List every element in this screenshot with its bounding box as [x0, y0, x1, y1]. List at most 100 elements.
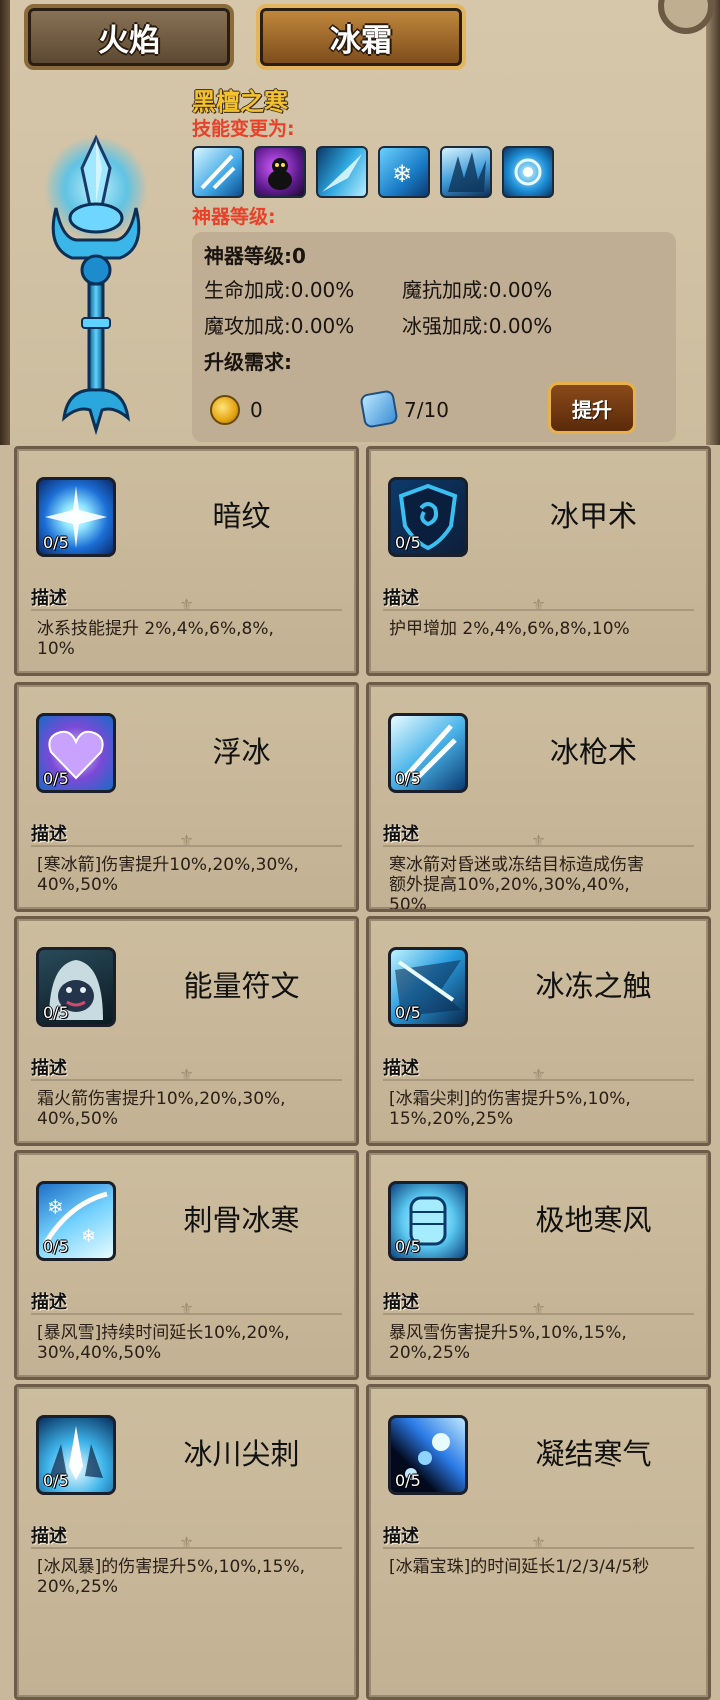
skill-name: 冰川尖刺 [183, 1437, 300, 1471]
magic-resist-bonus: 魔抗加成:0.00% [402, 278, 553, 302]
skill-card[interactable]: 0/5 极地寒风 描述 ⚜ 暴风雪伤害提升5%,10%,15%, 20%,25% [366, 1150, 711, 1380]
description-title: 描述 [383, 588, 419, 609]
panel-right-border [706, 0, 720, 445]
tab-frost[interactable]: 冰霜 [256, 4, 466, 70]
ice-shield-icon[interactable]: 0/5 [388, 477, 468, 557]
svg-text:❄: ❄ [392, 160, 412, 188]
skill-name: 刺骨冰寒 [183, 1203, 300, 1237]
shadow-cat-icon[interactable] [254, 146, 306, 198]
artifact-level-value: 神器等级:0 [204, 244, 306, 268]
skill-level: 0/5 [395, 1471, 421, 1490]
artifact-panel: 火焰 冰霜 黑檀之寒 技能变更为: ❄ 神器等级: 神器等级:0 生命加成:0.… [0, 0, 720, 445]
artifact-level-label: 神器等级: [192, 206, 276, 228]
skill-level: 0/5 [43, 1003, 69, 1022]
skill-card[interactable]: 0/5 凝结寒气 描述 ⚜ [冰霜宝珠]的时间延长1/2/3/4/5秒 [366, 1384, 711, 1700]
skill-name: 凝结寒气 [535, 1437, 652, 1471]
skill-description: [冰风暴]的伤害提升5%,10%,15%, 20%,25% [37, 1557, 306, 1597]
upgrade-requirement-label: 升级需求: [204, 350, 292, 374]
ice-burst-icon[interactable]: 0/5 [36, 477, 116, 557]
fleur-ornament-icon: ⚜ [531, 1533, 546, 1552]
skill-card[interactable]: 0/5 浮冰 描述 ⚜ [寒冰箭]伤害提升10%,20%,30%, 40%,50… [14, 682, 359, 912]
skill-card[interactable]: 0/5 冰枪术 描述 ⚜ 寒冰箭对昏迷或冻结目标造成伤害 额外提高10%,20%… [366, 682, 711, 912]
changed-skill-icons: ❄ [192, 146, 554, 198]
fleur-ornament-icon: ⚜ [179, 1533, 194, 1552]
upgrade-button[interactable]: 提升 [548, 382, 636, 434]
skill-level: 0/5 [395, 1003, 421, 1022]
skill-level: 0/5 [43, 1471, 69, 1490]
ice-shard-icon[interactable] [440, 146, 492, 198]
description-title: 描述 [383, 1058, 419, 1079]
magic-attack-bonus: 魔攻加成:0.00% [204, 314, 355, 338]
skill-description: 寒冰箭对昏迷或冻结目标造成伤害 额外提高10%,20%,30%,40%, 50% [389, 855, 644, 912]
skill-card[interactable]: 0/5 暗纹 描述 ⚜ 冰系技能提升 2%,4%,6%,8%, 10% [14, 446, 359, 676]
skill-name: 能量符文 [183, 969, 300, 1003]
frost-orb-trail-icon[interactable]: 0/5 [388, 1415, 468, 1495]
skill-description: [暴风雪]持续时间延长10%,20%, 30%,40%,50% [37, 1323, 290, 1363]
gem-cost: 7/10 [404, 398, 449, 422]
skill-level: 0/5 [43, 533, 69, 552]
artifact-name: 黑檀之寒 [192, 88, 288, 116]
frozen-heart-icon[interactable]: 0/5 [36, 713, 116, 793]
fleur-ornament-icon: ⚜ [531, 1299, 546, 1318]
skill-level: 0/5 [395, 1237, 421, 1256]
skill-card[interactable]: 0/5 冰甲术 描述 ⚜ 护甲增加 2%,4%,6%,8%,10% [366, 446, 711, 676]
skill-level: 0/5 [43, 769, 69, 788]
fleur-ornament-icon: ⚜ [531, 595, 546, 614]
skill-card[interactable]: 0/5 冰冻之触 描述 ⚜ [冰霜尖刺]的伤害提升5%,10%, 15%,20%… [366, 916, 711, 1146]
fleur-ornament-icon: ⚜ [531, 831, 546, 850]
skill-name: 冰冻之触 [535, 969, 652, 1003]
panel-left-border [0, 0, 10, 445]
ice-orb-icon[interactable] [502, 146, 554, 198]
skill-name: 冰枪术 [549, 735, 637, 769]
artifact-stats-box: 神器等级:0 生命加成:0.00% 魔抗加成:0.00% 魔攻加成:0.00% … [192, 232, 676, 442]
gold-cost: 0 [250, 398, 263, 422]
description-title: 描述 [31, 824, 67, 845]
snowflake-icon[interactable]: ❄ [378, 146, 430, 198]
skill-name: 冰甲术 [549, 499, 637, 533]
skill-name: 暗纹 [212, 499, 271, 533]
skill-description: [寒冰箭]伤害提升10%,20%,30%, 40%,50% [37, 855, 299, 895]
tab-fire[interactable]: 火焰 [24, 4, 234, 70]
description-title: 描述 [31, 588, 67, 609]
frost-blade-icon[interactable] [316, 146, 368, 198]
frost-touch-icon[interactable]: 0/5 [388, 947, 468, 1027]
skill-level: 0/5 [43, 1237, 69, 1256]
skill-name: 浮冰 [212, 735, 271, 769]
fleur-ornament-icon: ⚜ [531, 1065, 546, 1084]
ice-spear-icon[interactable] [192, 146, 244, 198]
description-title: 描述 [31, 1292, 67, 1313]
fleur-ornament-icon: ⚜ [179, 595, 194, 614]
skill-level: 0/5 [395, 769, 421, 788]
ice-strength-bonus: 冰强加成:0.00% [402, 314, 553, 338]
skill-description: 霜火箭伤害提升10%,20%,30%, 40%,50% [37, 1089, 286, 1129]
ice-lance-icon[interactable]: 0/5 [388, 713, 468, 793]
skill-level: 0/5 [395, 533, 421, 552]
glacier-spike-icon[interactable]: 0/5 [36, 1415, 116, 1495]
hp-bonus: 生命加成:0.00% [204, 278, 355, 302]
svg-text:❄: ❄ [47, 1195, 64, 1219]
description-title: 描述 [31, 1058, 67, 1079]
ice-gem-icon [359, 389, 399, 429]
description-title: 描述 [383, 1292, 419, 1313]
fleur-ornament-icon: ⚜ [179, 831, 194, 850]
skill-description: [冰霜宝珠]的时间延长1/2/3/4/5秒 [389, 1557, 650, 1577]
skill-name: 极地寒风 [535, 1203, 652, 1237]
skill-change-label: 技能变更为: [192, 118, 295, 140]
skill-description: 护甲增加 2%,4%,6%,8%,10% [389, 619, 630, 639]
fleur-ornament-icon: ⚜ [179, 1065, 194, 1084]
skill-card[interactable]: ❄ ❄ 0/5 刺骨冰寒 描述 ⚜ [暴风雪]持续时间延长10%,20%, 30%… [14, 1150, 359, 1380]
skill-description: [冰霜尖刺]的伤害提升5%,10%, 15%,20%,25% [389, 1089, 631, 1129]
blizzard-icon[interactable]: ❄ ❄ 0/5 [36, 1181, 116, 1261]
skill-card[interactable]: 0/5 能量符文 描述 ⚜ 霜火箭伤害提升10%,20%,30%, 40%,50… [14, 916, 359, 1146]
hooded-monster-icon[interactable]: 0/5 [36, 947, 116, 1027]
ice-staff-icon [44, 134, 148, 436]
gold-coin-icon [210, 395, 240, 425]
description-title: 描述 [383, 824, 419, 845]
description-title: 描述 [31, 1526, 67, 1547]
svg-text:❄: ❄ [81, 1226, 96, 1247]
description-title: 描述 [383, 1526, 419, 1547]
skill-card[interactable]: 0/5 冰川尖刺 描述 ⚜ [冰风暴]的伤害提升5%,10%,15%, 20%,… [14, 1384, 359, 1700]
fleur-ornament-icon: ⚜ [179, 1299, 194, 1318]
skill-description: 暴风雪伤害提升5%,10%,15%, 20%,25% [389, 1323, 627, 1363]
ice-fist-icon[interactable]: 0/5 [388, 1181, 468, 1261]
